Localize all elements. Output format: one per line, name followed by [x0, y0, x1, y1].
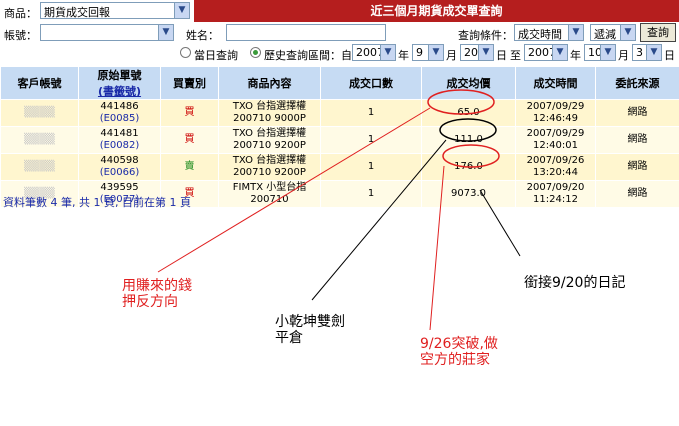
price-circle-red-2: [442, 144, 500, 168]
pointer-line-4: [479, 189, 521, 257]
annotation-overlay: [157, 89, 521, 331]
annotation-note-1-line2: 押反方向: [122, 294, 178, 310]
annotation-note-1: 用賺來的錢 押反方向: [122, 278, 192, 310]
annotation-note-2: 小乾坤雙劍 平倉: [275, 314, 345, 346]
price-circle-black: [439, 118, 497, 142]
pointer-line-2: [311, 139, 447, 301]
annotation-note-3: 9/26突破,做 空方的莊家: [420, 336, 498, 368]
annotation-note-2-line2: 平倉: [275, 330, 303, 346]
annotation-note-2-line1: 小乾坤雙劍: [275, 314, 345, 330]
annotation-note-3-line1: 9/26突破,做: [420, 336, 498, 352]
annotation-note-4: 銜接9/20的日記: [524, 275, 626, 291]
pointer-line-1: [157, 107, 431, 273]
annotation-note-3-line2: 空方的莊家: [420, 352, 490, 368]
annotation-note-1-line1: 用賺來的錢: [122, 278, 192, 294]
price-circle-red-1: [427, 89, 495, 115]
pointer-line-3: [429, 165, 445, 331]
